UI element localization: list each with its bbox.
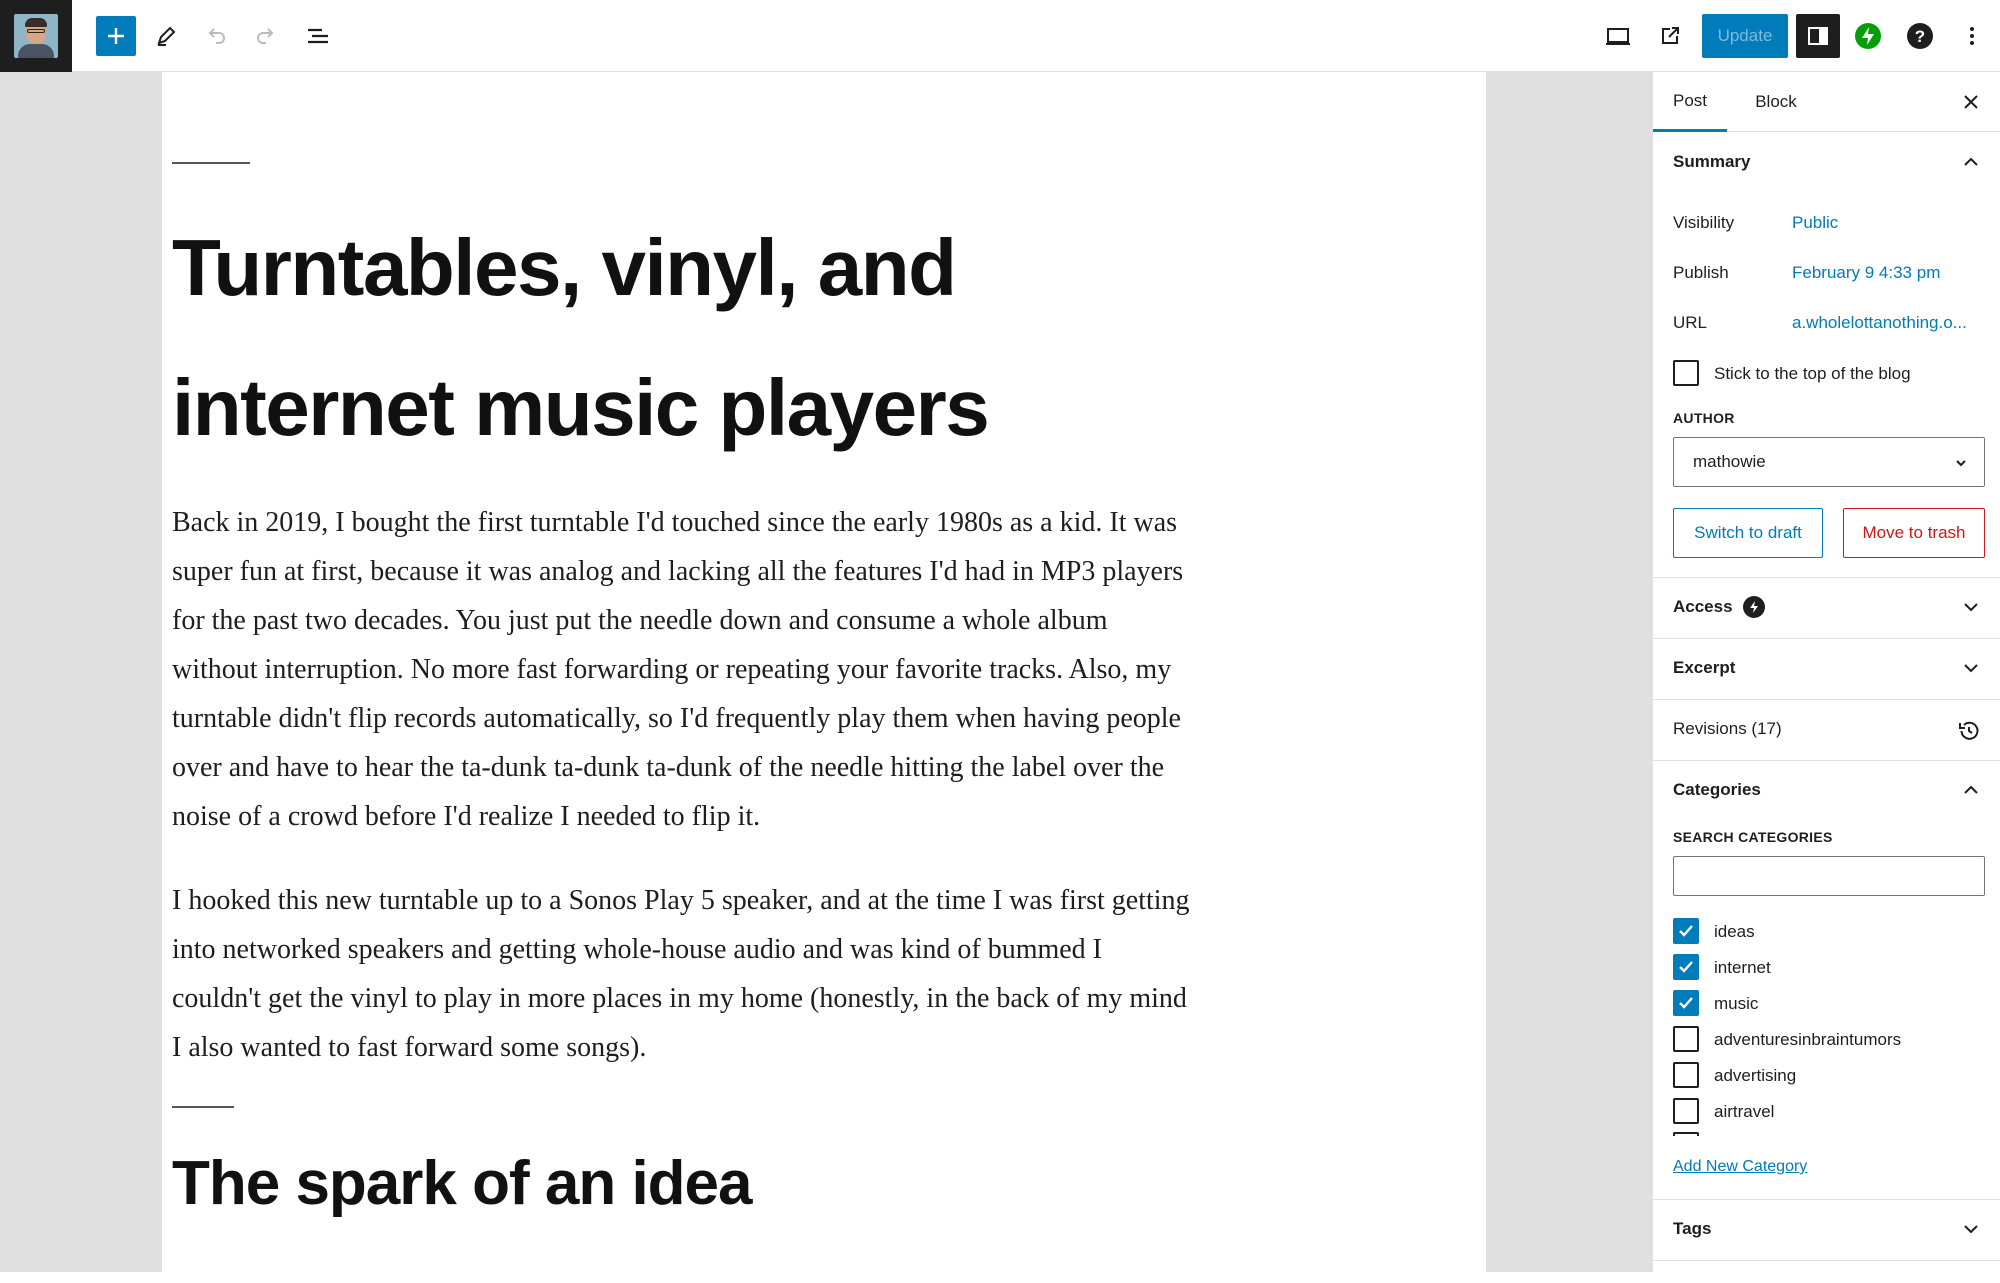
category-checkbox-ideas[interactable]: [1673, 918, 1699, 944]
help-icon: ?: [1907, 23, 1933, 49]
checkmark-icon: [1679, 961, 1693, 973]
history-icon: [1959, 721, 1979, 740]
tab-block[interactable]: Block: [1741, 72, 1811, 132]
chevron-down-icon: [1964, 603, 1978, 612]
search-categories-input[interactable]: [1673, 856, 1985, 896]
tools-button[interactable]: [144, 14, 188, 58]
external-link-icon: [1662, 27, 1679, 44]
sidebar-tabs: Post Block: [1653, 72, 2000, 132]
category-label: internet: [1714, 958, 1771, 977]
category-checkbox-airtravel[interactable]: [1673, 1098, 1699, 1124]
category-checkbox-music[interactable]: [1673, 990, 1699, 1016]
tab-post[interactable]: Post: [1653, 72, 1727, 132]
panel-divider: [1653, 1260, 2000, 1261]
jetpack-button[interactable]: [1846, 14, 1890, 58]
author-label: AUTHOR: [1673, 410, 1735, 426]
svg-text:?: ?: [1915, 27, 1925, 46]
category-checkbox-adventuresinbraintumors[interactable]: [1673, 1026, 1699, 1052]
visibility-toggle[interactable]: Public: [1792, 213, 1838, 233]
paragraph-block[interactable]: Back in 2019, I bought the first turntab…: [172, 498, 1192, 841]
url-toggle[interactable]: a.wholelottanothing.o...: [1792, 313, 1967, 333]
list-view-button[interactable]: [296, 14, 340, 58]
undo-button[interactable]: [194, 14, 238, 58]
publish-date-toggle[interactable]: February 9 4:33 pm: [1792, 263, 1940, 283]
category-label: ideas: [1714, 922, 1755, 941]
chevron-down-icon: [1964, 664, 1978, 673]
switch-to-draft-button[interactable]: Switch to draft: [1673, 508, 1823, 558]
revisions-title: Revisions (17): [1673, 719, 1782, 738]
category-label: adventuresinbraintumors: [1714, 1030, 1902, 1049]
category-label: airtravel: [1714, 1102, 1775, 1121]
editor-toolbar: Update ?: [0, 0, 2000, 72]
url-label: URL: [1673, 313, 1708, 332]
settings-sidebar: Post Block Summary Visibility Public Pub…: [1652, 72, 2000, 1272]
pencil-icon: [157, 26, 176, 46]
close-sidebar-button[interactable]: [1951, 82, 1991, 122]
heading-block[interactable]: The spark of an idea: [172, 1148, 753, 1219]
publish-label: Publish: [1673, 263, 1729, 282]
jetpack-bolt-icon: [1855, 23, 1881, 49]
more-vertical-icon: [1970, 27, 1974, 45]
move-to-trash-button[interactable]: Move to trash: [1843, 508, 1985, 558]
tags-title: Tags: [1673, 1219, 1712, 1238]
categories-title: Categories: [1673, 780, 1761, 799]
category-label: advertising: [1714, 1066, 1797, 1085]
category-checkbox-internet[interactable]: [1673, 954, 1699, 980]
excerpt-title: Excerpt: [1673, 658, 1736, 677]
access-title: Access: [1673, 597, 1733, 616]
plus-icon: [108, 28, 124, 44]
category-label: music: [1714, 994, 1759, 1013]
tags-panel-toggle[interactable]: Tags: [1653, 1199, 2000, 1259]
chevron-up-icon: [1964, 157, 1978, 166]
search-categories-label: SEARCH CATEGORIES: [1673, 829, 1833, 845]
update-button[interactable]: Update: [1702, 14, 1788, 58]
checkmark-icon: [1679, 997, 1693, 1009]
list-view-icon: [308, 28, 328, 44]
sticky-checkbox[interactable]: [1673, 360, 1699, 386]
chevron-down-icon: [1964, 1225, 1978, 1234]
desktop-preview-icon: [1606, 28, 1630, 45]
sticky-label: Stick to the top of the blog: [1714, 364, 1911, 383]
help-button[interactable]: ?: [1898, 14, 1942, 58]
categories-panel-toggle[interactable]: Categories: [1653, 760, 2000, 820]
separator-block[interactable]: [172, 162, 250, 164]
author-value: mathowie: [1693, 452, 1766, 471]
summary-title: Summary: [1673, 152, 1751, 171]
options-menu-button[interactable]: [1950, 14, 1994, 58]
separator-block[interactable]: [172, 1106, 234, 1108]
jetpack-bolt-icon: [1742, 596, 1765, 618]
category-checkbox-advertising[interactable]: [1673, 1062, 1699, 1088]
undo-icon: [208, 28, 225, 44]
avatar: [14, 14, 58, 58]
category-checkbox-partial: [1673, 1132, 1699, 1136]
post-title[interactable]: Turntables, vinyl, and internet music pl…: [172, 198, 1072, 478]
view-post-button[interactable]: [1648, 14, 1692, 58]
access-panel-toggle[interactable]: Access: [1653, 577, 2000, 637]
revisions-button[interactable]: Revisions (17): [1653, 699, 2000, 759]
settings-sidebar-toggle[interactable]: [1796, 14, 1840, 58]
preview-button[interactable]: [1596, 14, 1640, 58]
add-new-category-link[interactable]: Add New Category: [1673, 1158, 1807, 1176]
chevron-up-icon: [1964, 785, 1978, 794]
author-select[interactable]: mathowie: [1673, 437, 1985, 487]
visibility-label: Visibility: [1673, 213, 1735, 232]
chevron-down-icon: [1956, 460, 1966, 467]
add-block-button[interactable]: [96, 16, 136, 56]
redo-icon: [257, 28, 274, 44]
site-avatar-button[interactable]: [0, 0, 72, 72]
sidebar-toggle-icon: [1808, 27, 1828, 45]
paragraph-block[interactable]: I hooked this new turntable up to a Sono…: [172, 876, 1192, 1072]
excerpt-panel-toggle[interactable]: Excerpt: [1653, 638, 2000, 698]
close-icon: [1964, 95, 1978, 109]
checkmark-icon: [1679, 925, 1693, 937]
redo-button[interactable]: [244, 14, 288, 58]
summary-panel-toggle[interactable]: Summary: [1653, 132, 2000, 192]
